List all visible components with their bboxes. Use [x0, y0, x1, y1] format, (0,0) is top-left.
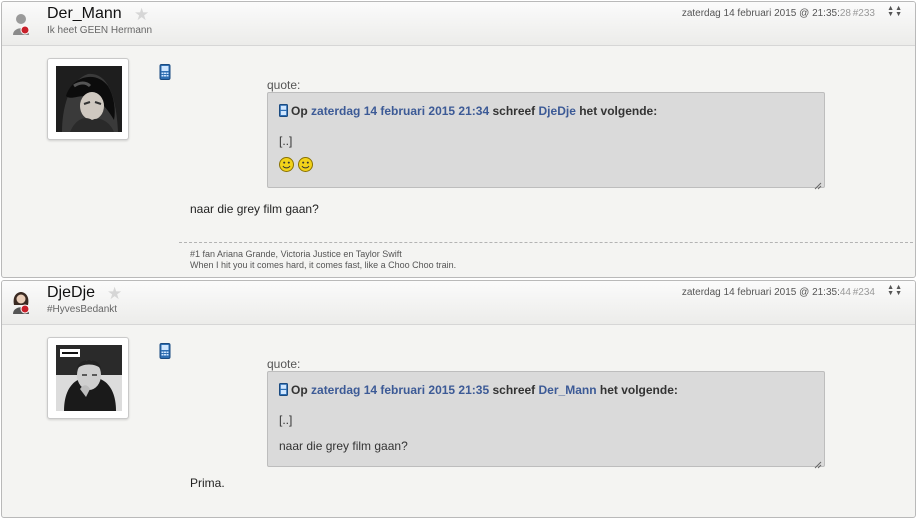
quote-prefix: Op	[291, 383, 308, 397]
quote-body: naar die grey film gaan?	[279, 439, 408, 453]
mobile-phone-icon	[279, 383, 288, 399]
user-female-icon	[10, 291, 32, 315]
post-header: DjeDje ★ #HyvesBedankt zaterdag 14 febru…	[2, 281, 915, 325]
star-icon[interactable]: ★	[107, 284, 122, 304]
quote-label: quote:	[267, 357, 301, 371]
avatar-image	[56, 66, 122, 132]
quote-label: quote:	[267, 78, 301, 92]
smiley-icon	[279, 157, 294, 172]
mobile-phone-icon	[159, 343, 171, 364]
post-number[interactable]: #233	[853, 8, 875, 19]
post-233: Der_Mann ★ Ik heet GEEN Hermann zaterdag…	[1, 1, 916, 278]
post-234: DjeDje ★ #HyvesBedankt zaterdag 14 febru…	[1, 280, 916, 518]
post-body: naar die grey film gaan?	[190, 202, 319, 216]
quote-date-link[interactable]: zaterdag 14 februari 2015 21:34	[311, 104, 489, 118]
resize-grip-icon[interactable]	[814, 456, 822, 469]
mobile-phone-icon	[279, 104, 288, 120]
avatar-image	[56, 345, 122, 411]
quote-box[interactable]: Op zaterdag 14 februari 2015 21:35 schre…	[267, 371, 825, 469]
user-tagline: Ik heet GEEN Hermann	[47, 25, 153, 36]
post-body: Prima.	[190, 476, 225, 490]
quote-author-link[interactable]: Der_Mann	[539, 383, 597, 397]
quote-ellipsis: [..]	[279, 134, 293, 148]
quote-box[interactable]: Op zaterdag 14 februari 2015 21:34 schre…	[267, 92, 825, 190]
quote-suffix: het volgende:	[579, 104, 658, 118]
up-down-arrows-icon[interactable]: ▲▲ ▼▼	[887, 284, 903, 297]
timestamp-main: zaterdag 14 februari 2015 @ 21:35:	[681, 287, 840, 298]
quote-author-link[interactable]: DjeDje	[539, 104, 576, 118]
quote-middle: schreef	[492, 383, 536, 397]
quote-ellipsis: [..]	[279, 413, 293, 427]
post-number[interactable]: #234	[853, 287, 875, 298]
post-timestamp[interactable]: zaterdag 14 februari 2015 @ 21:35:44	[682, 287, 851, 298]
user-tagline: #HyvesBedankt	[47, 304, 118, 315]
resize-grip-icon[interactable]	[814, 177, 822, 190]
quote-header: Op zaterdag 14 februari 2015 21:35 schre…	[279, 383, 678, 399]
avatar[interactable]	[47, 58, 129, 140]
quote-date-link[interactable]: zaterdag 14 februari 2015 21:35	[311, 383, 489, 397]
signature-line: #1 fan Ariana Grande, Victoria Justice e…	[190, 249, 402, 259]
username[interactable]: Der_Mann	[47, 5, 122, 23]
timestamp-main: zaterdag 14 februari 2015 @ 21:35:	[681, 8, 840, 19]
post-header: Der_Mann ★ Ik heet GEEN Hermann zaterdag…	[2, 2, 915, 46]
star-icon[interactable]: ★	[134, 5, 149, 25]
username[interactable]: DjeDje	[47, 284, 95, 302]
timestamp-seconds: 28	[839, 8, 851, 19]
smiley-icon	[298, 157, 313, 172]
quote-middle: schreef	[492, 104, 536, 118]
signature-line: When I hit you it comes hard, it comes f…	[190, 260, 457, 270]
quote-prefix: Op	[291, 104, 308, 118]
post-timestamp[interactable]: zaterdag 14 februari 2015 @ 21:35:28	[682, 8, 851, 19]
quote-header: Op zaterdag 14 februari 2015 21:34 schre…	[279, 104, 657, 120]
up-down-arrows-icon[interactable]: ▲▲ ▼▼	[887, 5, 903, 18]
quote-suffix: het volgende:	[599, 383, 678, 397]
user-female-icon	[10, 12, 32, 36]
avatar[interactable]	[47, 337, 129, 419]
signature-divider	[179, 242, 913, 243]
mobile-phone-icon	[159, 64, 171, 85]
timestamp-seconds: 44	[839, 287, 851, 298]
